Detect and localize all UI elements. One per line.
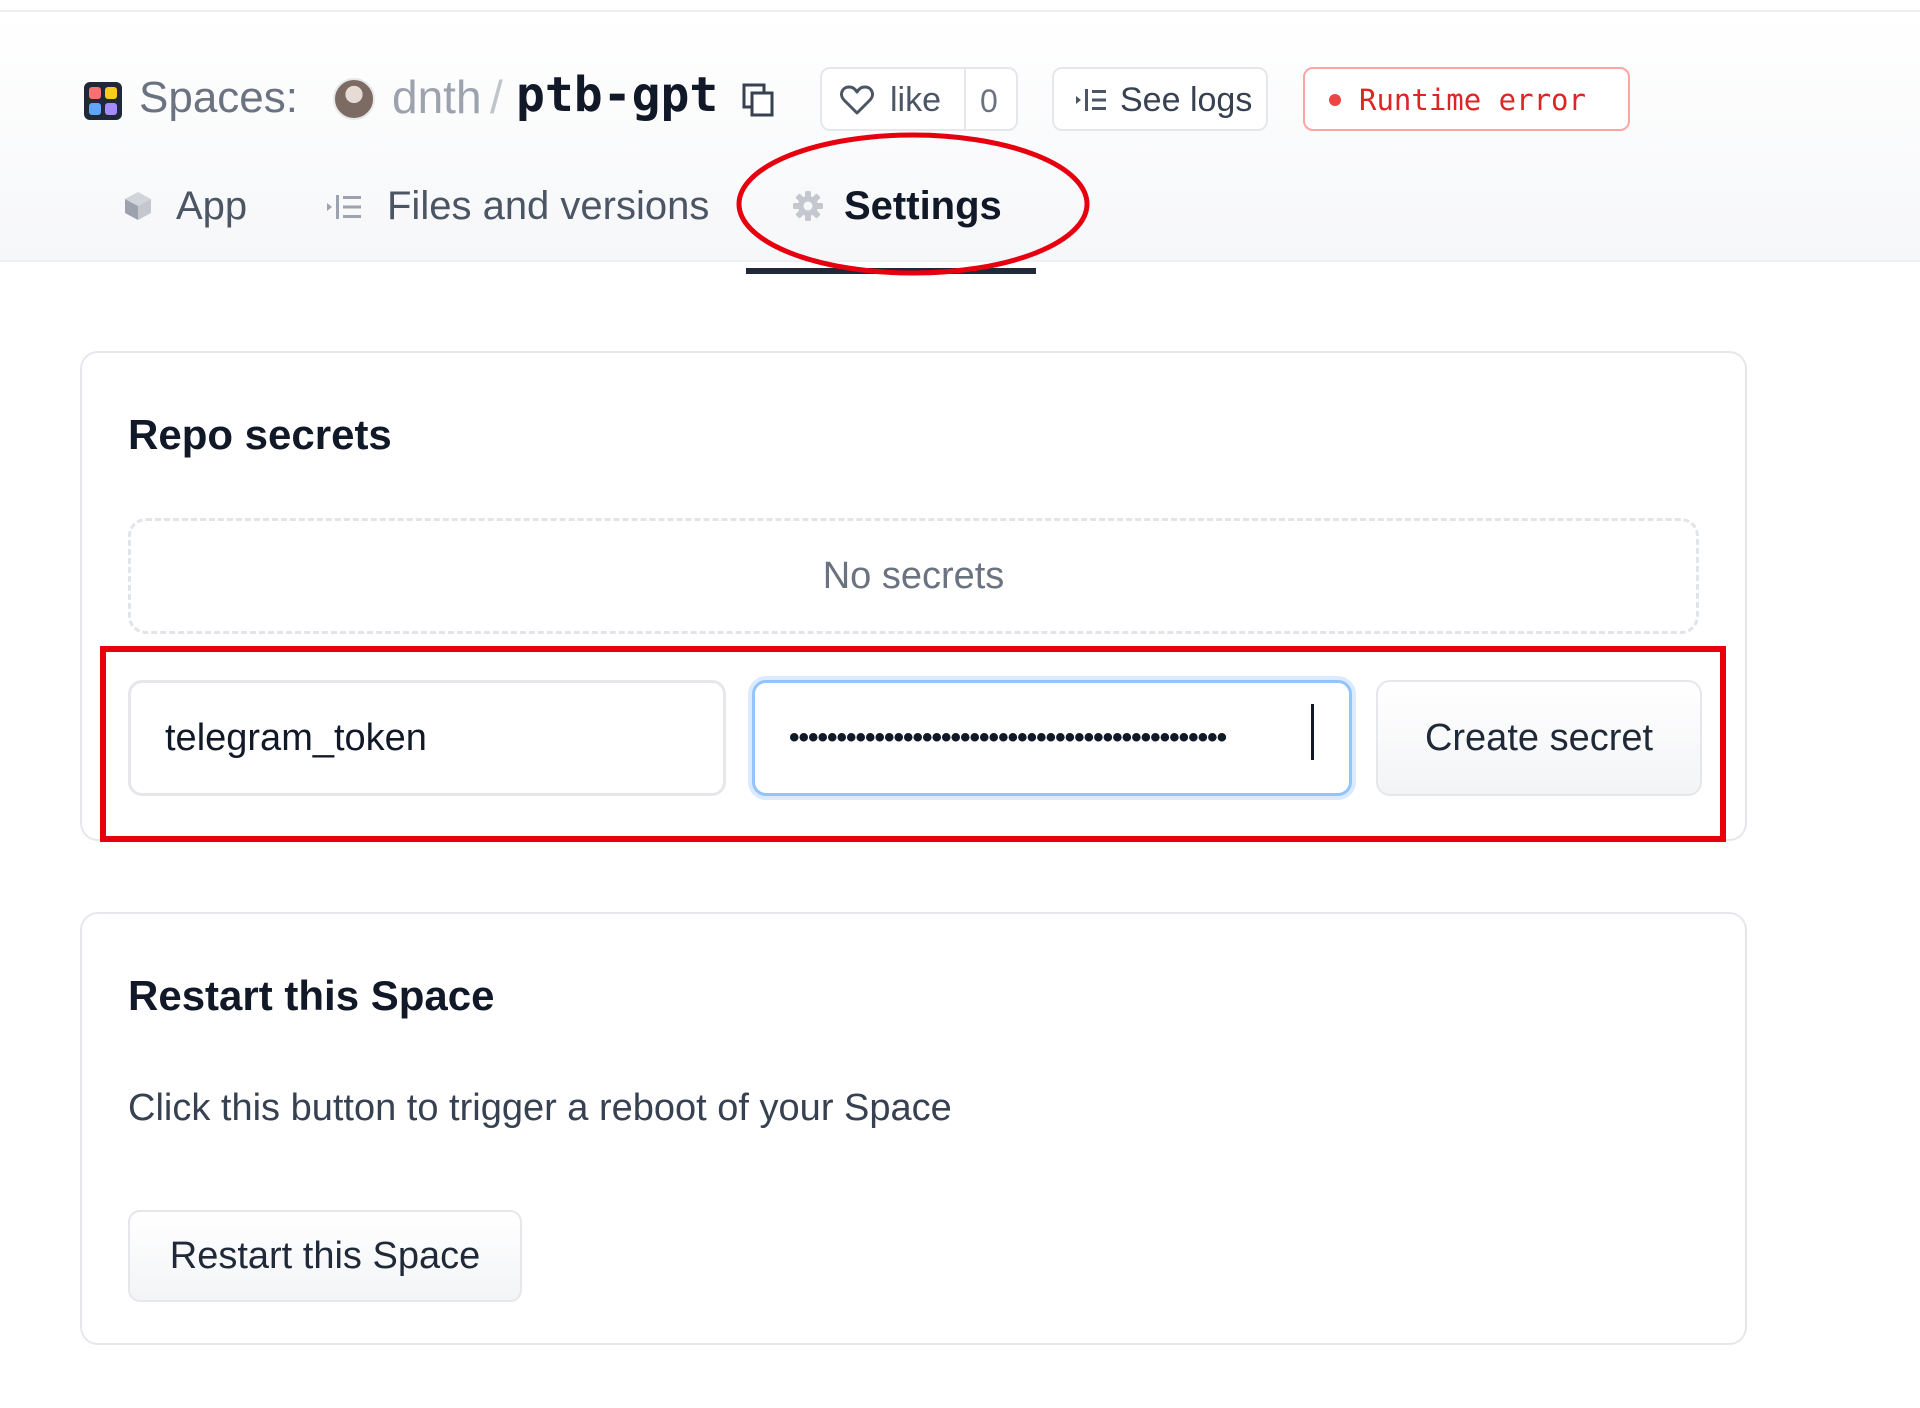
like-count: 0 bbox=[980, 83, 998, 119]
avatar[interactable] bbox=[333, 78, 375, 120]
owner-link[interactable]: dnth bbox=[392, 68, 482, 126]
restart-space-card: Restart this Space Click this button to … bbox=[80, 912, 1747, 1345]
copy-icon[interactable] bbox=[741, 82, 777, 118]
space-header: Spaces: dnth / ptb-gpt like 0 See logs R… bbox=[0, 12, 1920, 274]
like-button[interactable]: like 0 bbox=[820, 67, 1018, 131]
breadcrumb-separator: / bbox=[490, 71, 503, 123]
create-secret-button[interactable]: Create secret bbox=[1376, 680, 1702, 796]
like-label: like bbox=[890, 81, 942, 119]
tab-settings[interactable]: Settings bbox=[792, 176, 1012, 236]
tab-app[interactable]: App bbox=[122, 176, 262, 236]
like-divider bbox=[964, 69, 966, 129]
restart-description: Click this button to trigger a reboot of… bbox=[128, 1087, 952, 1129]
tab-settings-label: Settings bbox=[844, 184, 1002, 228]
spaces-breadcrumb-link[interactable]: Spaces: bbox=[139, 70, 298, 126]
secret-value-input[interactable]: ••••••••••••••••••••••••••••••••••••••••… bbox=[752, 680, 1352, 796]
top-border bbox=[0, 0, 1920, 12]
text-cursor bbox=[1311, 704, 1314, 760]
no-secrets-placeholder: No secrets bbox=[128, 518, 1699, 634]
runtime-error-label: Runtime error bbox=[1359, 83, 1586, 117]
tab-files-and-versions[interactable]: Files and versions bbox=[325, 176, 725, 236]
repo-name-link[interactable]: ptb-gpt bbox=[516, 64, 718, 126]
tab-app-label: App bbox=[176, 184, 248, 228]
runtime-error-badge[interactable]: Runtime error bbox=[1303, 67, 1630, 131]
files-icon bbox=[327, 195, 361, 219]
repo-secrets-title: Repo secrets bbox=[128, 411, 392, 458]
gear-icon bbox=[793, 191, 823, 221]
logs-icon bbox=[1076, 89, 1106, 111]
heart-icon bbox=[840, 85, 874, 115]
see-logs-label: See logs bbox=[1120, 81, 1253, 119]
active-tab-indicator bbox=[746, 268, 1036, 274]
restart-space-title: Restart this Space bbox=[128, 972, 495, 1019]
tab-files-label: Files and versions bbox=[387, 184, 710, 228]
see-logs-button[interactable]: See logs bbox=[1052, 67, 1268, 131]
status-dot-icon bbox=[1329, 94, 1341, 106]
repo-secrets-card: Repo secrets No secrets telegram_token •… bbox=[80, 351, 1747, 841]
secret-name-input[interactable]: telegram_token bbox=[128, 680, 726, 796]
cube-icon bbox=[125, 192, 151, 220]
restart-space-button[interactable]: Restart this Space bbox=[128, 1210, 522, 1302]
spaces-logo-icon bbox=[84, 82, 122, 120]
